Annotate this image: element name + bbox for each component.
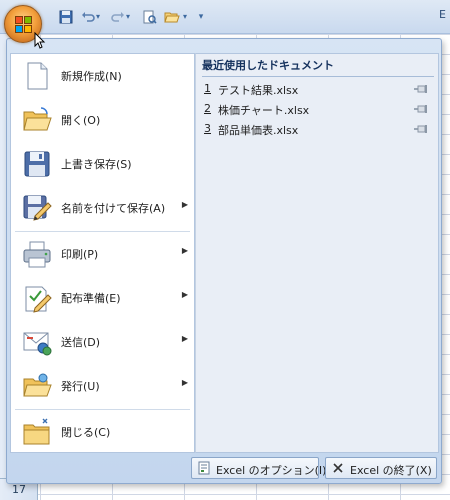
- office-application-menu: 新規作成(N) 開く(O) 上書き保存(S) 名前を付けて保存(A) ▶ 印刷(…: [6, 38, 442, 484]
- pin-icon[interactable]: [414, 84, 428, 94]
- menu-item-prepare[interactable]: 配布準備(E) ▶: [11, 276, 194, 320]
- recent-file-name: 株価チャート.xlsx: [218, 104, 310, 117]
- open-icon[interactable]: [164, 9, 180, 25]
- open-folder-icon: [21, 104, 53, 136]
- pin-icon[interactable]: [414, 104, 428, 114]
- options-icon: [197, 461, 211, 475]
- new-document-icon: [21, 60, 53, 92]
- undo-dropdown-icon[interactable]: ▾: [94, 9, 102, 25]
- publish-icon: [21, 370, 53, 402]
- excel-options-button[interactable]: Excel のオプション(I): [191, 457, 326, 479]
- submenu-arrow-icon: ▶: [181, 200, 188, 209]
- mouse-cursor-icon: [34, 31, 46, 50]
- recent-file-item[interactable]: 3 部品単価表.xlsx: [200, 119, 436, 139]
- exit-excel-button[interactable]: Excel の終了(X): [325, 457, 437, 479]
- menu-item-print[interactable]: 印刷(P) ▶: [11, 232, 194, 276]
- menu-commands-pane: 新規作成(N) 開く(O) 上書き保存(S) 名前を付けて保存(A) ▶ 印刷(…: [10, 53, 195, 453]
- save-as-icon: [21, 192, 53, 224]
- recent-file-name: テスト結果.xlsx: [218, 84, 299, 97]
- recent-documents-header: 最近使用したドキュメント: [202, 57, 434, 77]
- menu-item-new[interactable]: 新規作成(N): [11, 54, 194, 98]
- recent-file-number: 2: [204, 102, 211, 115]
- recent-documents-pane: 最近使用したドキュメント 1 テスト結果.xlsx 2 株価チャート.xlsx …: [195, 53, 439, 453]
- submenu-arrow-icon: ▶: [181, 378, 188, 387]
- office-logo-icon: [15, 16, 33, 34]
- save-icon[interactable]: [58, 9, 74, 25]
- send-icon: [21, 326, 53, 358]
- menu-item-open[interactable]: 開く(O): [11, 98, 194, 142]
- close-x-icon: [331, 461, 345, 475]
- menu-item-send[interactable]: 送信(D) ▶: [11, 320, 194, 364]
- menu-item-label: 発行(U): [61, 380, 100, 393]
- recent-file-number: 3: [204, 122, 211, 135]
- prepare-icon: [21, 282, 53, 314]
- submenu-arrow-icon: ▶: [181, 334, 188, 343]
- customize-qat-icon[interactable]: ▾: [196, 9, 206, 25]
- close-folder-icon: [21, 416, 53, 448]
- menu-item-publish[interactable]: 発行(U) ▶: [11, 364, 194, 408]
- save-disk-icon: [21, 148, 53, 180]
- open-dropdown-icon[interactable]: ▾: [181, 9, 189, 25]
- menu-item-label: 開く(O): [61, 114, 101, 127]
- menu-item-label: 送信(D): [61, 336, 101, 349]
- menu-item-label: 印刷(P): [61, 248, 99, 261]
- submenu-arrow-icon: ▶: [181, 290, 188, 299]
- menu-item-close[interactable]: 閉じる(C): [11, 410, 194, 454]
- recent-file-number: 1: [204, 82, 211, 95]
- menu-item-label: 閉じる(C): [61, 426, 111, 439]
- redo-dropdown-icon[interactable]: ▾: [124, 9, 132, 25]
- excel-options-label: Excel のオプション(I): [216, 464, 327, 477]
- printer-icon: [21, 238, 53, 270]
- menu-item-save-as[interactable]: 名前を付けて保存(A) ▶: [11, 186, 194, 230]
- pin-icon[interactable]: [414, 124, 428, 134]
- quick-access-toolbar: ▾ ▾ ▾ ▾ E: [0, 0, 450, 34]
- recent-file-item[interactable]: 2 株価チャート.xlsx: [200, 99, 436, 119]
- recent-file-item[interactable]: 1 テスト結果.xlsx: [200, 79, 436, 99]
- print-preview-icon[interactable]: [142, 9, 158, 25]
- menu-item-label: 名前を付けて保存(A): [61, 202, 166, 215]
- window-title-fragment: E: [439, 8, 446, 21]
- menu-item-label: 新規作成(N): [61, 70, 122, 83]
- exit-excel-label: Excel の終了(X): [350, 464, 432, 477]
- menu-item-label: 配布準備(E): [61, 292, 121, 305]
- menu-item-label: 上書き保存(S): [61, 158, 132, 171]
- menu-item-save[interactable]: 上書き保存(S): [11, 142, 194, 186]
- recent-file-name: 部品単価表.xlsx: [218, 124, 299, 137]
- submenu-arrow-icon: ▶: [181, 246, 188, 255]
